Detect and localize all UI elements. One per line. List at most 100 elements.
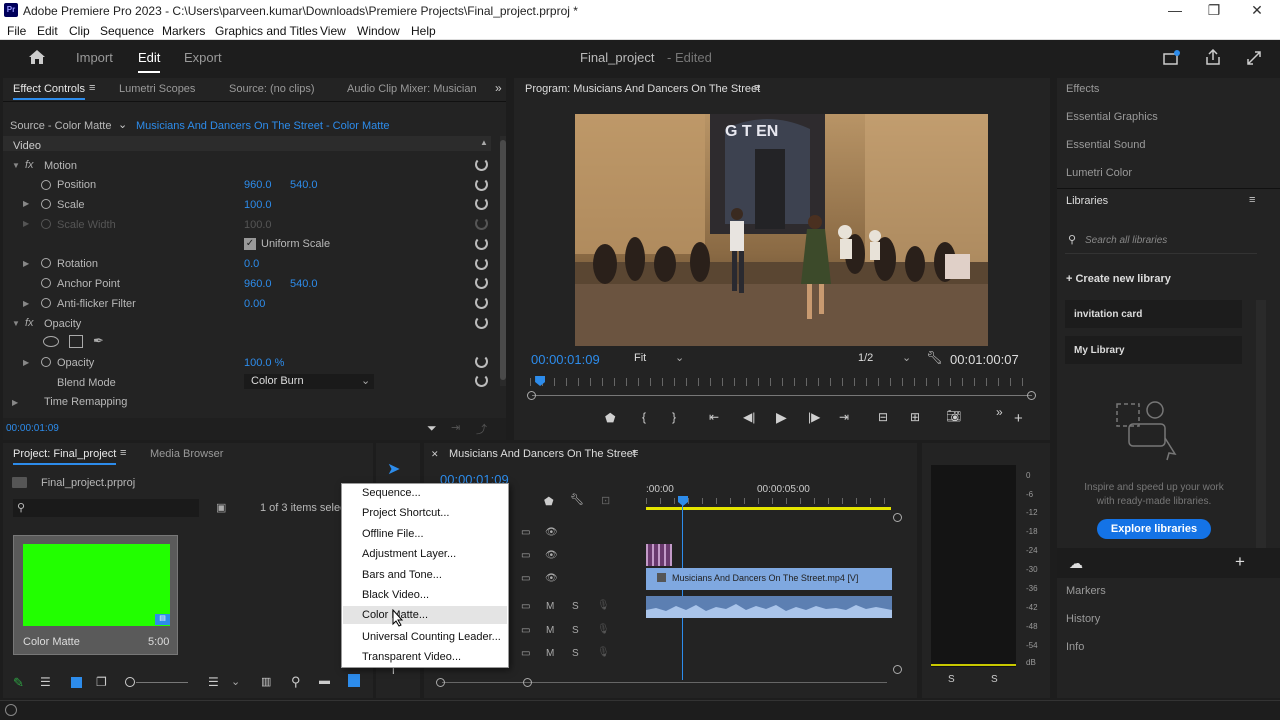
position-x[interactable]: 960.0 bbox=[244, 179, 272, 191]
step-forward-icon[interactable]: |▶ bbox=[808, 410, 820, 424]
color-matte-clip[interactable] bbox=[646, 544, 672, 566]
essential-graphics-tab[interactable]: Essential Graphics bbox=[1066, 111, 1158, 123]
zoom-slider[interactable] bbox=[136, 682, 188, 683]
track-output-icon[interactable]: ▭ bbox=[521, 527, 530, 538]
pen-mask-icon[interactable]: ✒ bbox=[93, 333, 104, 349]
collapse-icon[interactable]: ▲ bbox=[480, 138, 488, 147]
freeform-view-icon[interactable]: ❐ bbox=[96, 675, 107, 689]
rotation-value[interactable]: 0.0 bbox=[244, 258, 259, 270]
scrollbar[interactable] bbox=[1256, 300, 1266, 550]
sequence-tab[interactable]: Musicians And Dancers On The Street bbox=[449, 448, 636, 460]
mic-icon[interactable]: 🎙︎ bbox=[597, 624, 610, 635]
scroll-handle[interactable] bbox=[893, 665, 902, 674]
automate-icon[interactable]: ▥ bbox=[261, 675, 271, 688]
menu-item-black-video[interactable]: Black Video... bbox=[362, 589, 429, 601]
eye-icon[interactable]: 👁︎ bbox=[545, 550, 558, 561]
program-timecode[interactable]: 00:00:01:09 bbox=[531, 352, 600, 367]
effects-tab[interactable]: Effects bbox=[1066, 83, 1099, 95]
track-output-icon[interactable]: ▭ bbox=[521, 625, 530, 636]
stopwatch-icon[interactable] bbox=[41, 180, 51, 190]
rectangle-mask-icon[interactable] bbox=[69, 335, 83, 348]
solo-right-button[interactable]: S bbox=[991, 674, 998, 685]
position-y[interactable]: 540.0 bbox=[290, 179, 318, 191]
track-output-icon[interactable]: ▭ bbox=[521, 601, 530, 612]
library-item[interactable]: invitation card bbox=[1065, 300, 1242, 328]
share-icon[interactable] bbox=[1205, 49, 1221, 66]
wrench-icon[interactable]: 🔧︎ bbox=[570, 493, 584, 506]
reset-icon[interactable] bbox=[475, 237, 488, 250]
reset-icon[interactable] bbox=[475, 197, 488, 210]
markers-tab[interactable]: Markers bbox=[1066, 585, 1106, 597]
solo-left-button[interactable]: S bbox=[948, 674, 955, 685]
mark-in-icon[interactable]: { bbox=[642, 410, 646, 424]
tab-audio-mixer[interactable]: Audio Clip Mixer: Musician bbox=[347, 83, 477, 95]
library-search-input[interactable]: Search all libraries bbox=[1085, 235, 1167, 246]
reset-icon[interactable] bbox=[475, 257, 488, 270]
expand-icon[interactable]: ▶ bbox=[23, 259, 29, 268]
menu-item-project-shortcut[interactable]: Project Shortcut... bbox=[362, 507, 449, 519]
extract-icon[interactable]: ⊞ bbox=[910, 410, 920, 424]
close-icon[interactable]: ✕ bbox=[431, 449, 439, 460]
zoom-handle[interactable] bbox=[1027, 391, 1036, 400]
go-to-out-icon[interactable]: ⇥ bbox=[839, 410, 849, 424]
track-output-icon[interactable]: ▭ bbox=[521, 550, 530, 561]
audio-clip[interactable] bbox=[646, 596, 892, 618]
expand-icon[interactable]: ▼ bbox=[12, 319, 20, 328]
list-view-icon[interactable]: ☰ bbox=[40, 675, 51, 689]
playhead[interactable] bbox=[678, 496, 688, 506]
reset-icon[interactable] bbox=[475, 374, 488, 387]
menu-item-color-matte[interactable]: Color Matte... bbox=[343, 606, 507, 624]
program-title[interactable]: Program: Musicians And Dancers On The St… bbox=[525, 83, 760, 95]
scale-value[interactable]: 100.0 bbox=[244, 199, 272, 211]
close-icon[interactable]: ✕ bbox=[1242, 2, 1272, 19]
home-icon[interactable] bbox=[28, 49, 46, 65]
opacity-value[interactable]: 100.0 % bbox=[244, 357, 284, 369]
solo-button[interactable]: S bbox=[572, 601, 579, 612]
clip-label[interactable]: Musicians And Dancers On The Street - Co… bbox=[136, 120, 390, 132]
new-item-icon[interactable] bbox=[348, 674, 360, 687]
program-video-frame[interactable]: G T EN bbox=[575, 114, 988, 346]
add-marker-icon[interactable]: ⬟ bbox=[605, 411, 615, 425]
lift-icon[interactable]: ⊟ bbox=[878, 410, 888, 424]
expand-icon[interactable]: ▶ bbox=[23, 358, 29, 367]
menu-edit[interactable]: Edit bbox=[37, 24, 58, 38]
menu-markers[interactable]: Markers bbox=[162, 24, 205, 38]
tab-source[interactable]: Source: (no clips) bbox=[229, 83, 315, 95]
selection-tool-icon[interactable]: ➤ bbox=[387, 459, 400, 479]
solo-button[interactable]: S bbox=[572, 648, 579, 659]
marker-icon[interactable]: ⬟ bbox=[544, 495, 554, 508]
step-back-icon[interactable]: ◀| bbox=[743, 410, 755, 424]
fx-icon[interactable]: fx bbox=[25, 317, 34, 329]
reset-icon[interactable] bbox=[475, 355, 488, 368]
scrollbar[interactable] bbox=[500, 136, 506, 386]
stopwatch-icon[interactable] bbox=[41, 278, 51, 288]
tab-edit[interactable]: Edit bbox=[138, 50, 161, 73]
add-button-icon[interactable]: + bbox=[1014, 410, 1023, 427]
reset-icon[interactable] bbox=[475, 296, 488, 309]
reset-icon[interactable] bbox=[475, 178, 488, 191]
tab-media-browser[interactable]: Media Browser bbox=[150, 448, 223, 460]
mic-icon[interactable]: 🎙︎ bbox=[597, 647, 610, 658]
panel-menu-icon[interactable]: ≡ bbox=[632, 447, 638, 459]
cloud-icon[interactable]: ☁ bbox=[1069, 555, 1083, 572]
library-search[interactable]: ⚲ Search all libraries bbox=[1065, 228, 1257, 254]
menu-file[interactable]: File bbox=[7, 24, 26, 38]
reset-icon[interactable] bbox=[475, 276, 488, 289]
filter-icon[interactable]: ⏷ bbox=[427, 421, 437, 436]
panel-menu-icon[interactable]: ≡ bbox=[89, 82, 95, 94]
mute-button[interactable]: M bbox=[546, 648, 554, 659]
info-tab[interactable]: Info bbox=[1066, 641, 1084, 653]
create-library-button[interactable]: + Create new library bbox=[1066, 273, 1171, 285]
minimize-icon[interactable]: — bbox=[1160, 2, 1190, 18]
menu-item-counting-leader[interactable]: Universal Counting Leader... bbox=[362, 631, 501, 643]
captions-icon[interactable]: ⊡ bbox=[601, 494, 610, 507]
sort-icon[interactable]: ☰ bbox=[208, 675, 219, 689]
tab-project[interactable]: Project: Final_project bbox=[13, 448, 117, 465]
eye-icon[interactable]: 👁︎ bbox=[545, 573, 558, 584]
menu-item-sequence[interactable]: Sequence... bbox=[362, 487, 421, 499]
panel-menu-icon[interactable]: ≡ bbox=[120, 447, 126, 459]
zoom-slider-handle[interactable] bbox=[125, 677, 135, 687]
fit-select[interactable]: Fit ⌄ bbox=[630, 350, 688, 366]
eye-icon[interactable]: 👁︎ bbox=[545, 527, 558, 538]
more-tabs-icon[interactable]: » bbox=[495, 81, 502, 95]
